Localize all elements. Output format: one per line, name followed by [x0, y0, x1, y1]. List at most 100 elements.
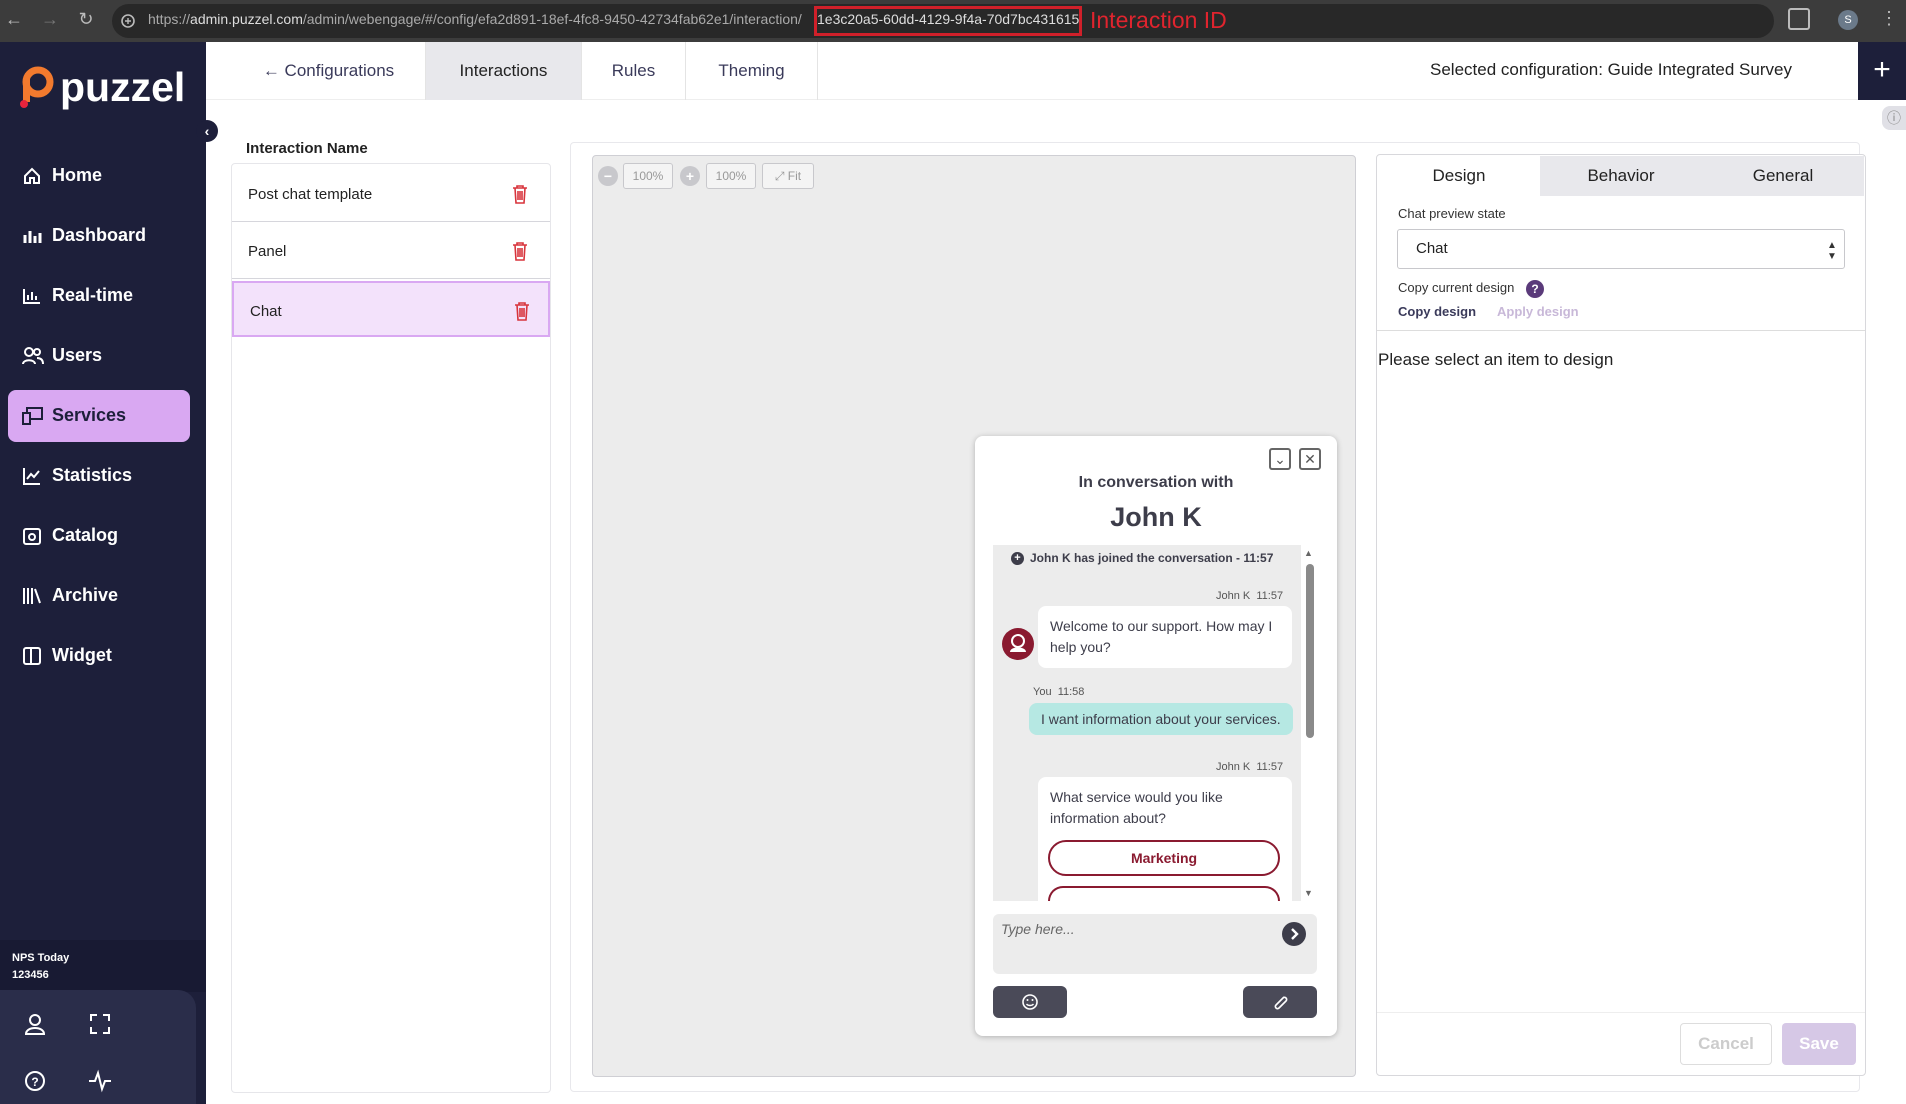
fit-label: Fit [787, 169, 802, 183]
divider [1377, 330, 1865, 331]
sidebar-item-label: Archive [52, 585, 119, 605]
option-button-partial[interactable] [1048, 886, 1280, 901]
conversation-heading: In conversation with [1078, 474, 1234, 491]
nps-widget: NPS Today 123456 [0, 940, 206, 992]
message-meta: You 11:58 [1033, 686, 1085, 698]
trash-icon[interactable] [512, 241, 528, 261]
copy-design-link[interactable]: Copy design [1398, 304, 1476, 319]
collapse-sidebar-button[interactable]: ‹ [196, 120, 218, 142]
zoom-out-button[interactable]: − [598, 166, 618, 186]
browser-menu-icon[interactable]: ⋮ [1880, 8, 1898, 29]
sidebar-item-label: Catalog [52, 525, 119, 545]
profile-avatar[interactable]: S [1838, 10, 1858, 30]
scroll-up-icon[interactable]: ▲ [1304, 548, 1313, 558]
info-icon[interactable]: ⓘ [1882, 106, 1906, 130]
agent-avatar-icon [1002, 628, 1034, 660]
archive-icon [23, 588, 41, 604]
fit-button[interactable]: ⤢ Fit [762, 163, 814, 189]
plus-circle-icon: + [1011, 552, 1024, 565]
dashboard-icon [23, 231, 42, 243]
sidebar-item-services[interactable]: Services [8, 390, 190, 442]
fullscreen-icon[interactable] [87, 1011, 113, 1037]
list-item-label: Chat [250, 303, 282, 320]
services-icon [22, 407, 43, 425]
widget-icon [23, 647, 41, 665]
sidebar-item-users[interactable]: Users [8, 330, 190, 382]
close-icon[interactable]: ✕ [1299, 448, 1321, 470]
help-circle-icon[interactable]: ? [22, 1068, 48, 1094]
sidebar-item-realtime[interactable]: Real-time [8, 270, 190, 322]
footer-divider [1377, 1012, 1865, 1013]
tab-interactions[interactable]: Interactions [426, 42, 582, 100]
back-label: Configurations [284, 61, 395, 80]
sidebar-item-widget[interactable]: Widget [8, 630, 190, 682]
add-button[interactable]: + [1858, 42, 1906, 100]
site-info-icon[interactable] [120, 13, 136, 29]
agent-message-text: What service would you like information … [1050, 789, 1223, 826]
sidebar-item-catalog[interactable]: Catalog [8, 510, 190, 562]
scroll-down-icon[interactable]: ▼ [1304, 888, 1313, 898]
paperclip-icon [1274, 996, 1288, 1010]
tab-theming[interactable]: Theming [686, 42, 818, 100]
tab-rules[interactable]: Rules [582, 42, 686, 100]
scroll-thumb[interactable] [1306, 564, 1314, 738]
sidebar-item-home[interactable]: Home [8, 150, 190, 202]
chat-input-placeholder: Type here... [1001, 921, 1075, 937]
trash-icon[interactable] [512, 184, 528, 204]
interaction-name-heading: Interaction Name [246, 140, 368, 157]
joined-notice: John K has joined the conversation - 11:… [1030, 551, 1274, 565]
user-profile-icon[interactable] [22, 1011, 48, 1037]
nps-title: NPS Today [12, 952, 70, 964]
emoji-icon [1022, 994, 1038, 1010]
reload-icon[interactable]: ↻ [76, 9, 96, 30]
list-item-panel[interactable]: Panel [232, 223, 550, 279]
list-item-chat[interactable]: Chat [232, 281, 550, 337]
sidebar-item-label: Services [52, 405, 127, 425]
list-item-post-chat-template[interactable]: Post chat template [232, 166, 550, 222]
select-caret-icon: ▲ ▼ [1827, 240, 1837, 262]
sidebar-item-label: Real-time [52, 285, 134, 305]
url-text: https://admin.puzzel.com/admin/webengage… [148, 11, 802, 27]
sidebar-item-dashboard[interactable]: Dashboard [8, 210, 190, 262]
empty-state-message: Please select an item to design [1378, 350, 1614, 369]
emoji-button[interactable] [993, 986, 1067, 1018]
chat-preview-state-select[interactable]: Chat [1397, 229, 1845, 269]
sidebar-item-label: Widget [52, 645, 112, 665]
list-item-label: Post chat template [248, 186, 373, 203]
tab-design[interactable]: Design [1378, 156, 1540, 196]
send-icon[interactable] [1282, 922, 1306, 946]
save-button[interactable]: Save [1782, 1023, 1856, 1065]
user-message-bubble: I want information about your services. [1029, 703, 1293, 735]
chat-preview-state-label: Chat preview state [1398, 206, 1506, 221]
interaction-id-text: 1e3c20a5-60dd-4129-9f4a-70d7bc431615 [817, 11, 1080, 27]
forward-arrow-icon[interactable]: → [40, 9, 60, 30]
help-icon[interactable]: ? [1526, 280, 1544, 298]
cancel-button[interactable]: Cancel [1680, 1023, 1772, 1065]
agent-name: John K [1110, 502, 1202, 532]
sidebar-item-archive[interactable]: Archive [8, 570, 190, 622]
sidebar-item-label: Statistics [52, 465, 133, 485]
trash-icon[interactable] [514, 301, 530, 321]
back-arrow-icon[interactable]: ← [4, 9, 24, 30]
sidebar-item-label: Home [52, 165, 103, 185]
zoom-level: 100% [623, 163, 673, 189]
back-to-configurations-link[interactable]: ← Configurations [232, 42, 426, 100]
logo-text: puzzel [60, 64, 186, 110]
puzzel-logo: puzzel [16, 62, 202, 112]
agent-message-bubble: What service would you like information … [1038, 777, 1292, 901]
sidebar-item-statistics[interactable]: Statistics [8, 450, 190, 502]
agent-message-bubble: Welcome to our support. How may I help y… [1038, 606, 1292, 668]
activity-pulse-icon[interactable] [87, 1068, 113, 1094]
attach-button[interactable] [1243, 986, 1317, 1018]
tab-general[interactable]: General [1702, 156, 1864, 196]
minimize-icon[interactable]: ⌄ [1269, 448, 1291, 470]
apply-design-link[interactable]: Apply design [1497, 304, 1579, 319]
selected-configuration: Selected configuration: Guide Integrated… [1430, 60, 1792, 79]
option-button-marketing[interactable]: Marketing [1048, 840, 1280, 876]
statistics-icon [23, 468, 40, 485]
catalog-icon [23, 528, 41, 545]
sidebar-item-label: Users [52, 345, 103, 365]
zoom-in-button[interactable]: + [680, 166, 700, 186]
tab-behavior[interactable]: Behavior [1540, 156, 1702, 196]
extensions-icon[interactable] [1788, 8, 1810, 30]
